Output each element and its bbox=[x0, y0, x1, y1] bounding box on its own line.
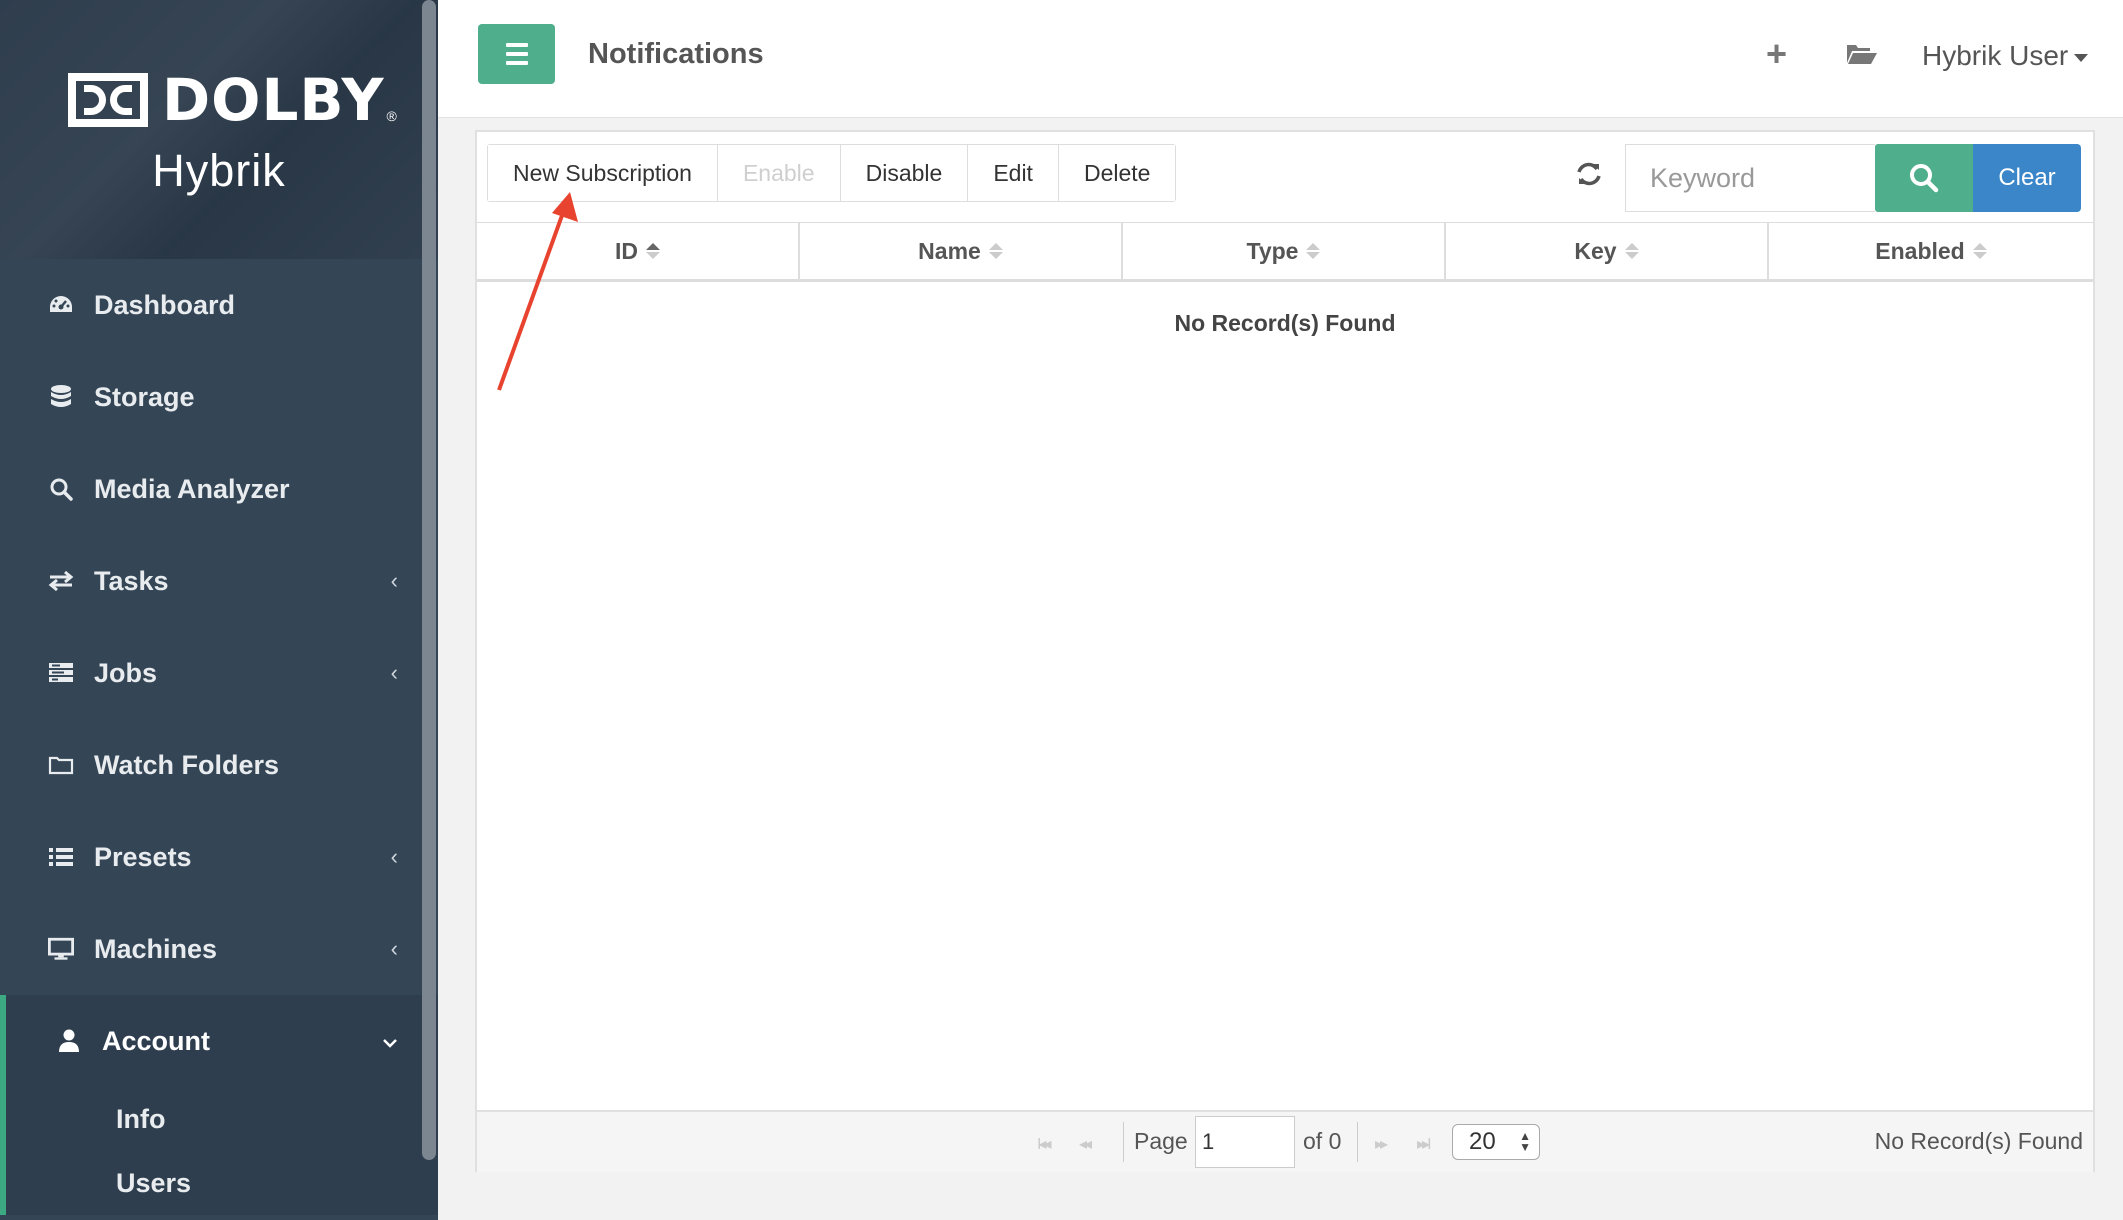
jobs-icon bbox=[48, 660, 74, 686]
dolby-logo[interactable]: DOLBY ® bbox=[68, 70, 397, 130]
action-toolbar: New Subscription Enable Disable Edit Del… bbox=[487, 144, 1177, 202]
enable-button[interactable]: Enable bbox=[717, 145, 841, 201]
disable-button[interactable]: Disable bbox=[840, 145, 969, 201]
user-icon bbox=[56, 1028, 82, 1054]
sidebar-item-label: Media Analyzer bbox=[94, 473, 290, 504]
delete-button[interactable]: Delete bbox=[1058, 145, 1176, 201]
sidebar-subitem-info[interactable]: Info bbox=[0, 1087, 438, 1151]
select-arrows-icon: ▲ ▼ bbox=[1519, 1129, 1531, 1154]
column-header-enabled[interactable]: Enabled bbox=[1769, 223, 2093, 279]
sidebar-item-label: Storage bbox=[94, 381, 195, 412]
menu-toggle-button[interactable] bbox=[478, 24, 555, 84]
prev-page-icon[interactable]: ◂◂ bbox=[1079, 1134, 1092, 1154]
top-bar: Notifications + Hybrik User bbox=[438, 0, 2123, 118]
folder-icon bbox=[48, 752, 74, 778]
sidebar-scrollbar[interactable] bbox=[422, 0, 436, 1160]
folder-open-icon[interactable] bbox=[1846, 42, 1878, 66]
sidebar-item-watch-folders[interactable]: Watch Folders bbox=[0, 719, 438, 811]
sidebar-item-presets[interactable]: Presets ‹ bbox=[0, 811, 438, 903]
column-header-key[interactable]: Key bbox=[1446, 223, 1769, 279]
sidebar-item-label: Machines bbox=[94, 933, 218, 964]
list-icon bbox=[48, 844, 74, 870]
logo-area: DOLBY ® Hybrik bbox=[0, 0, 438, 259]
sidebar-item-jobs[interactable]: Jobs ‹ bbox=[0, 627, 438, 719]
sidebar-item-machines[interactable]: Machines ‹ bbox=[0, 903, 438, 995]
add-button[interactable]: + bbox=[1766, 36, 1787, 72]
sort-icon bbox=[1306, 243, 1321, 259]
search-icon bbox=[1910, 164, 1939, 193]
sidebar-nav: Dashboard Storage Media Analyzer Tasks ‹ bbox=[0, 259, 438, 1215]
dolby-double-d-icon bbox=[68, 73, 148, 127]
product-name: Hybrik bbox=[152, 145, 286, 196]
sidebar-item-label: Presets bbox=[94, 841, 192, 872]
column-header-id[interactable]: ID bbox=[477, 223, 800, 279]
sidebar-subitem-users[interactable]: Users bbox=[0, 1151, 438, 1215]
page-size-select[interactable]: 20 ▲ ▼ bbox=[1452, 1124, 1540, 1160]
user-menu[interactable]: Hybrik User bbox=[1922, 40, 2089, 72]
user-name: Hybrik User bbox=[1922, 40, 2069, 71]
chevron-down-icon bbox=[382, 1028, 398, 1054]
table-header: ID Name Type Key Enabled bbox=[477, 222, 2093, 282]
keyword-search-input[interactable] bbox=[1625, 144, 1875, 212]
column-header-type[interactable]: Type bbox=[1123, 223, 1446, 279]
page-number-input[interactable] bbox=[1195, 1116, 1295, 1168]
edit-button[interactable]: Edit bbox=[968, 145, 1059, 201]
sort-icon bbox=[1972, 243, 1987, 259]
caret-down-icon bbox=[2074, 53, 2089, 62]
dashboard-icon bbox=[48, 292, 74, 318]
sidebar-item-label: Account bbox=[102, 1025, 210, 1056]
notifications-panel: New Subscription Enable Disable Edit Del… bbox=[475, 130, 2095, 1172]
pager-status: No Record(s) Found bbox=[1874, 1128, 2083, 1154]
search-icon bbox=[48, 476, 74, 502]
next-page-icon[interactable]: ▸▸ bbox=[1375, 1134, 1388, 1154]
column-header-name[interactable]: Name bbox=[800, 223, 1123, 279]
sidebar-item-label: Watch Folders bbox=[94, 749, 280, 780]
registered-mark: ® bbox=[386, 108, 397, 124]
sidebar-item-storage[interactable]: Storage bbox=[0, 351, 438, 443]
sidebar-item-account[interactable]: Account bbox=[0, 995, 438, 1087]
exchange-icon bbox=[48, 568, 74, 594]
sort-asc-icon bbox=[646, 243, 660, 259]
pagination-bar: I◂◂ ◂◂ Page of 0 ▸▸ ▸▸I 20 ▲▼ No Record(… bbox=[477, 1110, 2093, 1172]
page-label: Page bbox=[1134, 1128, 1188, 1154]
chevron-left-icon: ‹ bbox=[390, 936, 398, 961]
database-icon bbox=[48, 384, 74, 410]
sidebar-item-label: Jobs bbox=[94, 657, 158, 688]
monitor-icon bbox=[48, 936, 74, 962]
search-button[interactable] bbox=[1875, 144, 1973, 212]
page-title: Notifications bbox=[588, 38, 764, 70]
chevron-left-icon: ‹ bbox=[390, 568, 398, 593]
first-page-icon[interactable]: I◂◂ bbox=[1037, 1134, 1051, 1154]
dolby-wordmark: DOLBY bbox=[162, 66, 385, 134]
empty-table-message: No Record(s) Found bbox=[1174, 310, 1396, 336]
sidebar-item-label: Dashboard bbox=[94, 289, 236, 320]
new-subscription-button[interactable]: New Subscription bbox=[488, 145, 718, 201]
sidebar-item-media-analyzer[interactable]: Media Analyzer bbox=[0, 443, 438, 535]
last-page-icon[interactable]: ▸▸I bbox=[1417, 1134, 1431, 1154]
chevron-left-icon: ‹ bbox=[390, 660, 398, 685]
sidebar-item-tasks[interactable]: Tasks ‹ bbox=[0, 535, 438, 627]
sort-icon bbox=[1624, 243, 1639, 259]
sidebar-item-label: Tasks bbox=[94, 565, 169, 596]
clear-button[interactable]: Clear bbox=[1973, 144, 2081, 212]
refresh-icon[interactable] bbox=[1575, 160, 1605, 190]
sidebar: DOLBY ® Hybrik Dashboard Storage Media A… bbox=[0, 0, 438, 1220]
chevron-left-icon: ‹ bbox=[390, 844, 398, 869]
sort-icon bbox=[988, 243, 1003, 259]
page-count-label: of 0 bbox=[1303, 1128, 1342, 1154]
sidebar-item-dashboard[interactable]: Dashboard bbox=[0, 259, 438, 351]
